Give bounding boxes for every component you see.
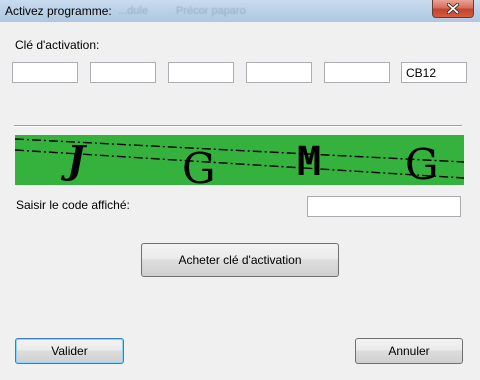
background-window-title: Précor paparo	[176, 5, 246, 17]
captcha-input-label: Saisir le code affiché:	[16, 198, 130, 212]
activation-key-field-1[interactable]	[12, 62, 78, 83]
validate-button[interactable]: Valider	[15, 338, 124, 364]
captcha-char-4: G	[405, 140, 439, 185]
activation-key-field-2[interactable]	[90, 62, 156, 83]
activation-key-field-6[interactable]	[401, 62, 467, 83]
activation-dialog: ...dule Précor paparo Activez programme:…	[0, 0, 480, 380]
activation-key-field-4[interactable]	[246, 62, 312, 83]
activation-key-label: Clé d'activation:	[15, 38, 100, 52]
captcha-char-1: J	[61, 137, 88, 182]
activation-key-field-3[interactable]	[168, 62, 234, 83]
close-button[interactable]	[432, 0, 474, 18]
captcha-image: J G M G	[15, 135, 464, 185]
captcha-char-2: G	[182, 144, 216, 185]
captcha-char-3: M	[297, 139, 321, 185]
title-bar[interactable]: ...dule Précor paparo Activez programme:	[0, 0, 480, 22]
window-title: Activez programme:	[5, 4, 112, 18]
buy-activation-key-button[interactable]: Acheter clé d'activation	[141, 243, 339, 277]
captcha-code-input[interactable]	[307, 196, 461, 217]
activation-key-field-5[interactable]	[324, 62, 390, 83]
section-divider	[14, 125, 462, 127]
close-icon	[447, 3, 459, 14]
background-window-title: ...dule	[118, 5, 148, 17]
cancel-button[interactable]: Annuler	[355, 338, 463, 364]
captcha-graphic: J G M G	[15, 137, 464, 185]
